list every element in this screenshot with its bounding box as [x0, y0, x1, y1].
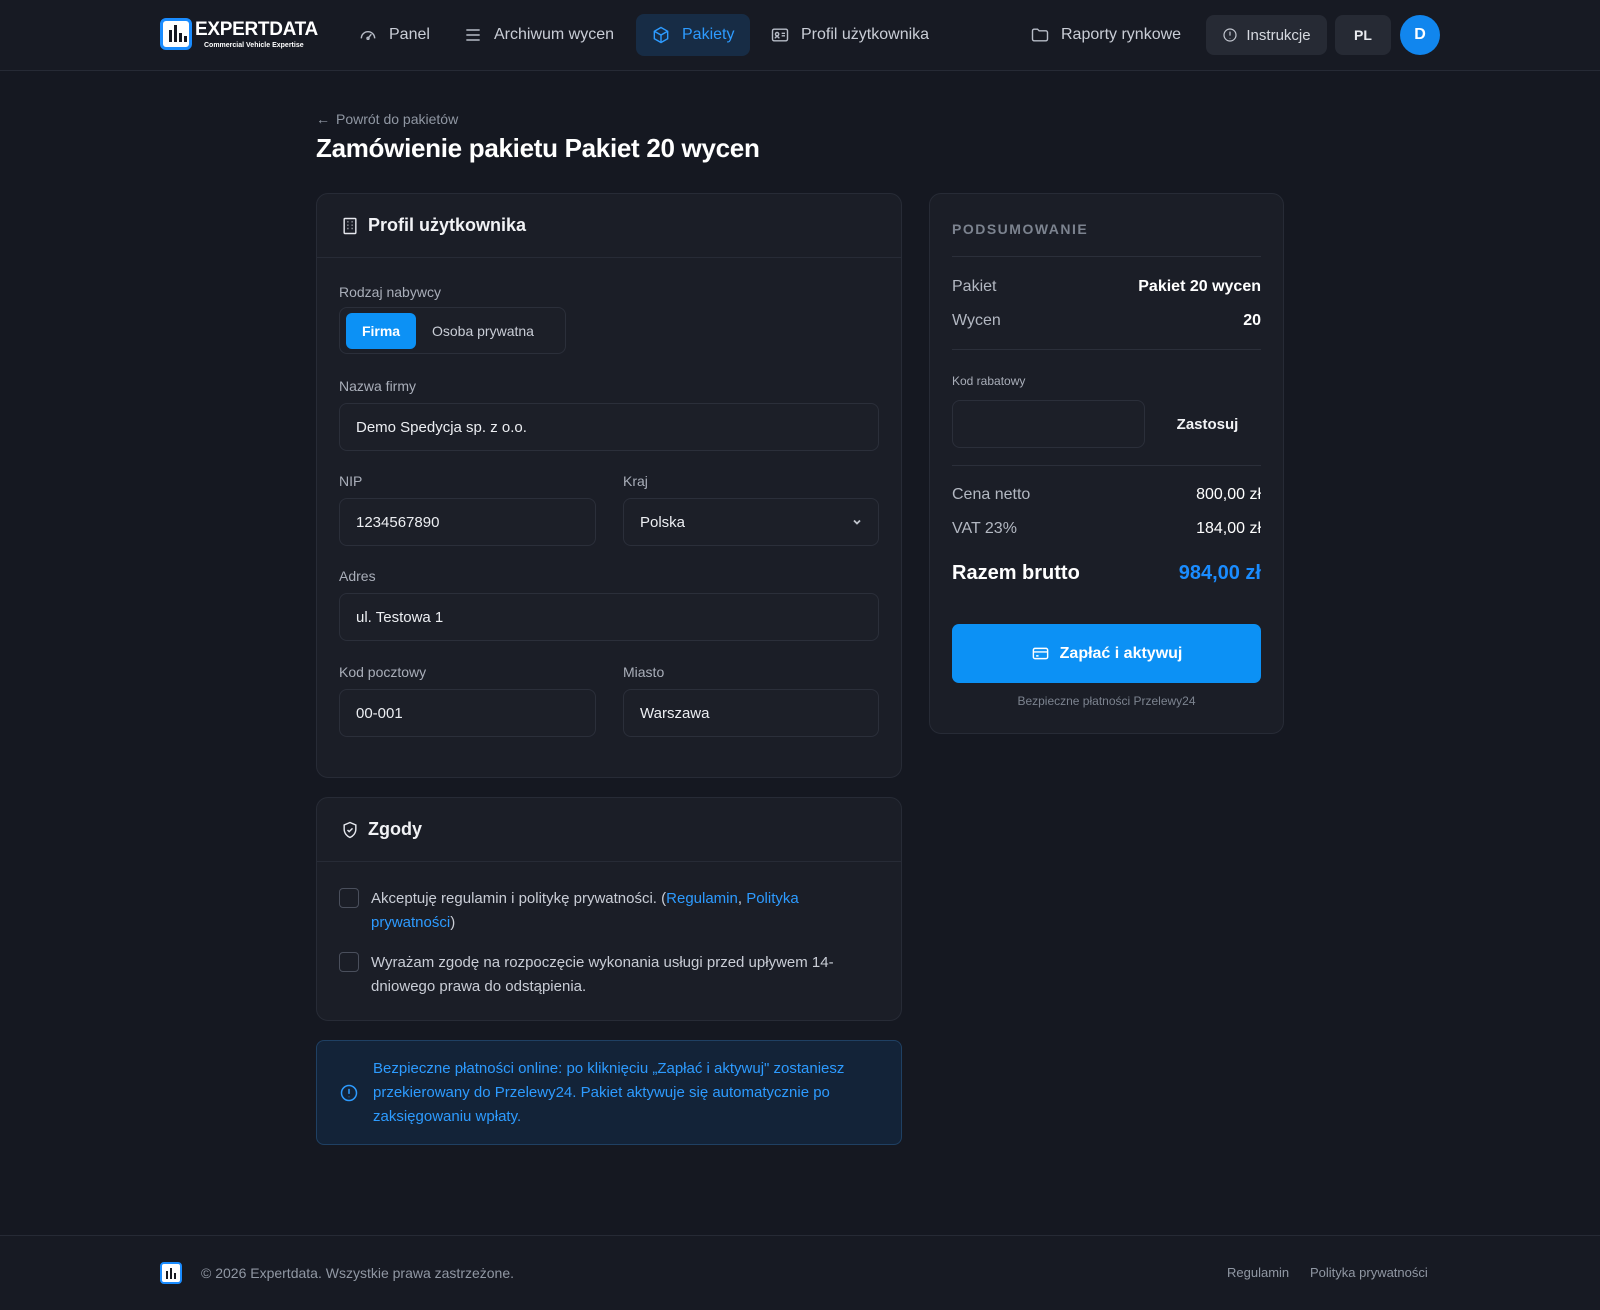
divider	[952, 349, 1261, 350]
summary-card: PODSUMOWANIE Pakiet Pakiet 20 wycen Wyce…	[929, 193, 1284, 734]
nav-item-pakiety[interactable]: Pakiety	[636, 14, 750, 56]
total-value: 984,00 zł	[1178, 562, 1261, 584]
count-value: 20	[1243, 312, 1261, 329]
buyer-type-label: Rodzaj nabywcy	[339, 284, 441, 300]
discount-code-input[interactable]	[952, 400, 1145, 448]
discount-code-label: Kod rabatowy	[952, 374, 1026, 388]
package-value: Pakiet 20 wycen	[1138, 278, 1261, 295]
profile-card: Profil użytkownika Rodzaj nabywcy Firma …	[316, 193, 902, 778]
nav-label: Profil użytkownika	[801, 26, 930, 43]
summary-count-row: Wycen 20	[952, 312, 1261, 330]
pay-button-label: Zapłać i aktywuj	[1059, 644, 1183, 662]
credit-card-icon	[1032, 647, 1048, 660]
company-name-input[interactable]: Demo Spedycja sp. z o.o.	[339, 403, 879, 451]
buyer-type-private[interactable]: Osoba prywatna	[432, 313, 534, 349]
nav-label: Archiwum wycen	[494, 26, 615, 43]
list-icon	[466, 29, 480, 41]
terms-separator: ,	[737, 890, 747, 907]
company-name-label: Nazwa firmy	[339, 378, 417, 394]
top-navigation: EXPERTDATA Commercial Vehicle Expertise …	[0, 0, 1600, 71]
shield-check-icon	[343, 821, 357, 838]
brand-name: EXPERTDATA	[195, 18, 318, 40]
divider	[952, 465, 1261, 466]
nav-item-profil[interactable]: Profil użytkownika	[755, 14, 944, 56]
brand-logo[interactable]: EXPERTDATA Commercial Vehicle Expertise	[160, 18, 318, 50]
info-circle-icon	[340, 1084, 358, 1102]
net-value: 800,00 zł	[1196, 486, 1261, 503]
info-circle-icon	[1223, 28, 1237, 42]
terms-checkbox[interactable]	[339, 888, 359, 908]
summary-net-row: Cena netto 800,00 zł	[952, 486, 1261, 504]
country-label: Kraj	[623, 473, 648, 489]
terms-link[interactable]: Regulamin	[666, 890, 738, 907]
summary-package-row: Pakiet Pakiet 20 wycen	[952, 278, 1261, 296]
summary-vat-row: VAT 23% 184,00 zł	[952, 520, 1261, 538]
early-start-checkbox[interactable]	[339, 952, 359, 972]
payment-info-alert: Bezpieczne płatności online: po kliknięc…	[316, 1040, 902, 1145]
building-icon	[343, 217, 357, 234]
terms-text: Akceptuję regulamin i politykę prywatnoś…	[371, 890, 667, 907]
nip-label: NIP	[339, 473, 363, 489]
count-label: Wycen	[952, 312, 1001, 329]
payment-info-text: Bezpieczne płatności online: po kliknięc…	[373, 1060, 845, 1125]
nip-input[interactable]: 1234567890	[339, 498, 596, 546]
terms-consent-text: Akceptuję regulamin i politykę prywatnoś…	[371, 887, 871, 935]
address-input[interactable]: ul. Testowa 1	[339, 593, 879, 641]
vat-label: VAT 23%	[952, 520, 1017, 537]
box-icon	[653, 26, 669, 44]
buyer-type-toggle: Firma Osoba prywatna	[339, 307, 566, 354]
divider	[952, 256, 1261, 257]
country-select-value: Polska	[640, 513, 686, 531]
summary-total-row: Razem brutto 984,00 zł	[952, 562, 1261, 585]
brand-tagline: Commercial Vehicle Expertise	[204, 41, 304, 49]
copyright-text: © 2026 Expertdata. Wszystkie prawa zastr…	[201, 1265, 515, 1281]
apply-discount-button[interactable]: Zastosuj	[1154, 400, 1261, 448]
gauge-icon	[360, 30, 376, 41]
folder-icon	[1031, 28, 1049, 42]
nav-label: Raporty rynkowe	[1061, 26, 1182, 43]
country-select[interactable]: Polska	[623, 498, 879, 546]
brand-chart-icon	[160, 18, 192, 50]
early-start-consent-text: Wyrażam zgodę na rozpoczęcie wykonania u…	[371, 954, 834, 995]
back-link-label: Powrót do pakietów	[336, 111, 459, 127]
package-label: Pakiet	[952, 278, 997, 295]
chevron-down-icon	[853, 519, 861, 525]
instructions-label: Instrukcje	[1246, 26, 1311, 44]
footer-terms-link[interactable]: Regulamin	[1227, 1265, 1289, 1280]
page-title: Zamówienie pakietu Pakiet 20 wycen	[316, 133, 760, 163]
profile-card-title: Profil użytkownika	[368, 215, 527, 235]
nav-label: Panel	[389, 26, 430, 43]
postal-code-input[interactable]: 00-001	[339, 689, 596, 737]
terms-consent-row: Akceptuję regulamin i politykę prywatnoś…	[339, 887, 871, 935]
vat-value: 184,00 zł	[1196, 520, 1261, 537]
secure-payment-note: Bezpieczne płatności Przelewy24	[1017, 694, 1196, 708]
consents-card-title: Zgody	[368, 819, 422, 839]
city-input[interactable]: Warszawa	[623, 689, 879, 737]
net-label: Cena netto	[952, 486, 1031, 503]
nav-label: Pakiety	[682, 26, 735, 43]
consents-card: Zgody Akceptuję regulamin i politykę pry…	[316, 797, 902, 1021]
summary-heading: PODSUMOWANIE	[952, 221, 1089, 237]
arrow-left-icon: ←	[316, 111, 330, 127]
total-label: Razem brutto	[952, 562, 1080, 584]
user-avatar[interactable]: D	[1400, 15, 1440, 55]
language-switcher[interactable]: PL	[1335, 15, 1391, 55]
page-footer: © 2026 Expertdata. Wszystkie prawa zastr…	[0, 1235, 1600, 1310]
back-to-packages-link[interactable]: ← Powrót do pakietów	[316, 111, 458, 127]
pay-and-activate-button[interactable]: Zapłać i aktywuj	[952, 624, 1261, 683]
id-card-icon	[771, 28, 789, 42]
nav-item-archiwum[interactable]: Archiwum wycen	[448, 14, 629, 56]
postal-code-label: Kod pocztowy	[339, 664, 427, 680]
nav-item-raporty[interactable]: Raporty rynkowe	[1015, 14, 1196, 56]
nav-item-panel[interactable]: Panel	[343, 14, 445, 56]
footer-privacy-link[interactable]: Polityka prywatności	[1310, 1265, 1428, 1280]
terms-text-end: )	[450, 914, 456, 931]
instructions-button[interactable]: Instrukcje	[1206, 15, 1327, 55]
early-start-consent-row: Wyrażam zgodę na rozpoczęcie wykonania u…	[339, 951, 871, 999]
buyer-type-company[interactable]: Firma	[346, 313, 416, 349]
footer-logo-icon	[160, 1262, 182, 1284]
city-label: Miasto	[623, 664, 665, 680]
address-label: Adres	[339, 568, 376, 584]
